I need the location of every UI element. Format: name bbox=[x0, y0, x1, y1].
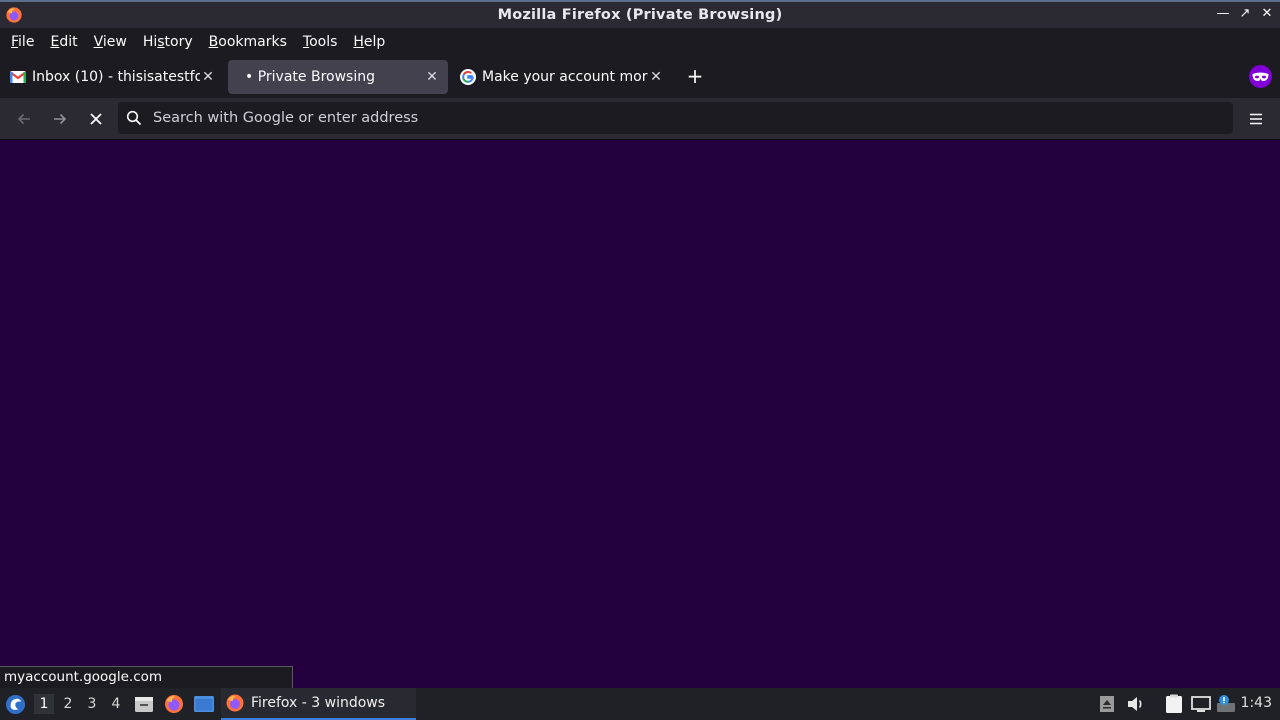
taskbar: 1 2 3 4 Firefox - 3 windows 1:43 bbox=[0, 688, 1280, 720]
back-arrow-icon bbox=[17, 113, 30, 125]
tab-private-browsing[interactable]: • Private Browsing ✕ bbox=[228, 60, 448, 94]
menu-file[interactable]: File bbox=[3, 34, 42, 50]
menu-bookmarks[interactable]: Bookmarks bbox=[201, 34, 295, 50]
menu-history[interactable]: History bbox=[135, 34, 201, 50]
maximize-icon[interactable]: ↗ bbox=[1238, 6, 1252, 21]
volume-icon[interactable] bbox=[1126, 694, 1146, 714]
firefox-icon bbox=[6, 7, 22, 23]
tab-strip: Inbox (10) - thisisatestfor ✕ • Private … bbox=[0, 56, 1280, 98]
tab-close-icon[interactable]: ✕ bbox=[424, 69, 440, 85]
navigation-toolbar bbox=[0, 98, 1280, 140]
workspace-4[interactable]: 4 bbox=[106, 694, 126, 714]
menu-help[interactable]: Help bbox=[345, 34, 393, 50]
start-menu-icon[interactable] bbox=[5, 694, 26, 715]
url-bar[interactable] bbox=[118, 102, 1233, 134]
menu-edit[interactable]: Edit bbox=[42, 34, 85, 50]
search-icon bbox=[126, 110, 142, 126]
firefox-launcher-icon[interactable] bbox=[163, 693, 185, 715]
workspace-1[interactable]: 1 bbox=[34, 694, 54, 714]
stop-icon bbox=[90, 113, 102, 125]
stop-button[interactable] bbox=[82, 105, 110, 133]
app-menu-button[interactable] bbox=[1242, 105, 1270, 133]
tab-label: • Private Browsing bbox=[245, 69, 375, 85]
taskbar-window-firefox[interactable]: Firefox - 3 windows bbox=[221, 688, 416, 720]
google-icon bbox=[460, 69, 476, 85]
network-icon[interactable] bbox=[1190, 694, 1212, 714]
workspace-3[interactable]: 3 bbox=[82, 694, 102, 714]
tab-inbox[interactable]: Inbox (10) - thisisatestfor ✕ bbox=[4, 60, 220, 94]
tray-eject-icon[interactable] bbox=[1099, 694, 1115, 714]
menu-view[interactable]: View bbox=[86, 34, 135, 50]
tab-close-icon[interactable]: ✕ bbox=[200, 69, 216, 85]
taskbar-window-label: Firefox - 3 windows bbox=[251, 695, 386, 711]
private-browsing-mask-icon bbox=[1249, 65, 1272, 88]
close-icon[interactable]: ✕ bbox=[1260, 6, 1274, 21]
clipboard-icon[interactable] bbox=[1163, 694, 1185, 714]
forward-arrow-icon bbox=[54, 113, 67, 125]
hamburger-menu-icon bbox=[1250, 113, 1262, 125]
new-tab-button[interactable]: + bbox=[684, 65, 706, 87]
tab-label: Inbox (10) - thisisatestfor bbox=[32, 69, 200, 85]
clock: 1:43 bbox=[1240, 695, 1272, 711]
tab-account[interactable]: Make your account more ✕ bbox=[454, 60, 668, 94]
page-content bbox=[0, 140, 1280, 688]
tab-label: Make your account more bbox=[482, 69, 648, 85]
menu-tools[interactable]: Tools bbox=[295, 34, 346, 50]
file-manager-icon[interactable] bbox=[133, 693, 155, 715]
window-titlebar: Mozilla Firefox (Private Browsing) — ↗ ✕ bbox=[0, 0, 1280, 28]
forward-button[interactable] bbox=[46, 105, 74, 133]
workspace-2[interactable]: 2 bbox=[58, 694, 78, 714]
gmail-icon bbox=[10, 71, 26, 83]
url-input[interactable] bbox=[153, 110, 1213, 126]
tab-close-icon[interactable]: ✕ bbox=[648, 69, 664, 85]
terminal-icon[interactable] bbox=[193, 693, 215, 715]
firefox-icon bbox=[226, 694, 244, 712]
status-panel: myaccount.google.com bbox=[0, 666, 293, 688]
notification-icon[interactable] bbox=[1215, 694, 1237, 714]
back-button[interactable] bbox=[10, 105, 38, 133]
menu-bar: File Edit View History Bookmarks Tools H… bbox=[0, 28, 1280, 56]
minimize-icon[interactable]: — bbox=[1216, 6, 1230, 21]
window-title: Mozilla Firefox (Private Browsing) bbox=[497, 7, 783, 23]
window-controls: — ↗ ✕ bbox=[1216, 6, 1274, 21]
